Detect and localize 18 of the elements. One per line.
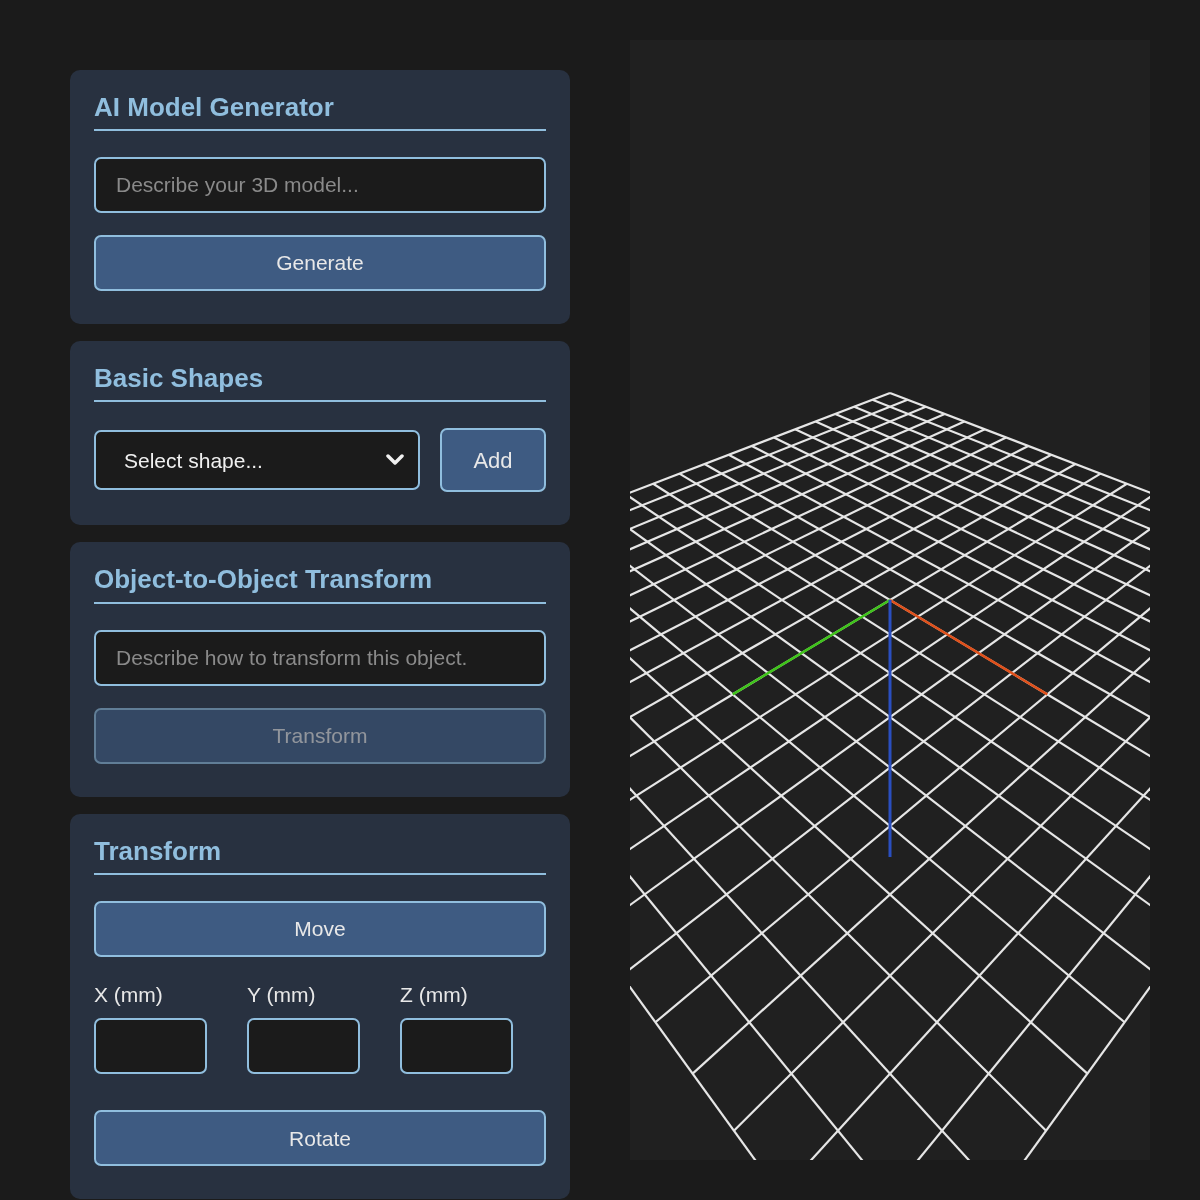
field-label: X (mm): [94, 981, 164, 1008]
panel-title: Object-to-Object Transform: [94, 564, 546, 604]
action-button[interactable]: Rotate: [94, 1110, 546, 1167]
action-button[interactable]: Move: [94, 900, 546, 957]
text-input-field[interactable]: Describe your 3D model...: [94, 157, 546, 214]
panel-title: Transform: [94, 835, 546, 875]
panel-title: Basic Shapes: [94, 363, 546, 403]
field-label: Y (mm): [247, 981, 317, 1008]
text-input-field[interactable]: Describe how to transform this object.: [94, 629, 546, 686]
number-field[interactable]: [94, 1018, 207, 1075]
panel-title: AI Model Generator: [94, 92, 546, 132]
number-field[interactable]: [400, 1018, 513, 1075]
number-field[interactable]: [247, 1018, 360, 1075]
add-button[interactable]: Add: [440, 428, 546, 493]
action-button[interactable]: Generate: [94, 235, 546, 292]
field-label: Z (mm): [400, 981, 469, 1008]
chevron-down-icon: [386, 454, 404, 467]
shape-select[interactable]: Select shape...: [94, 430, 420, 491]
